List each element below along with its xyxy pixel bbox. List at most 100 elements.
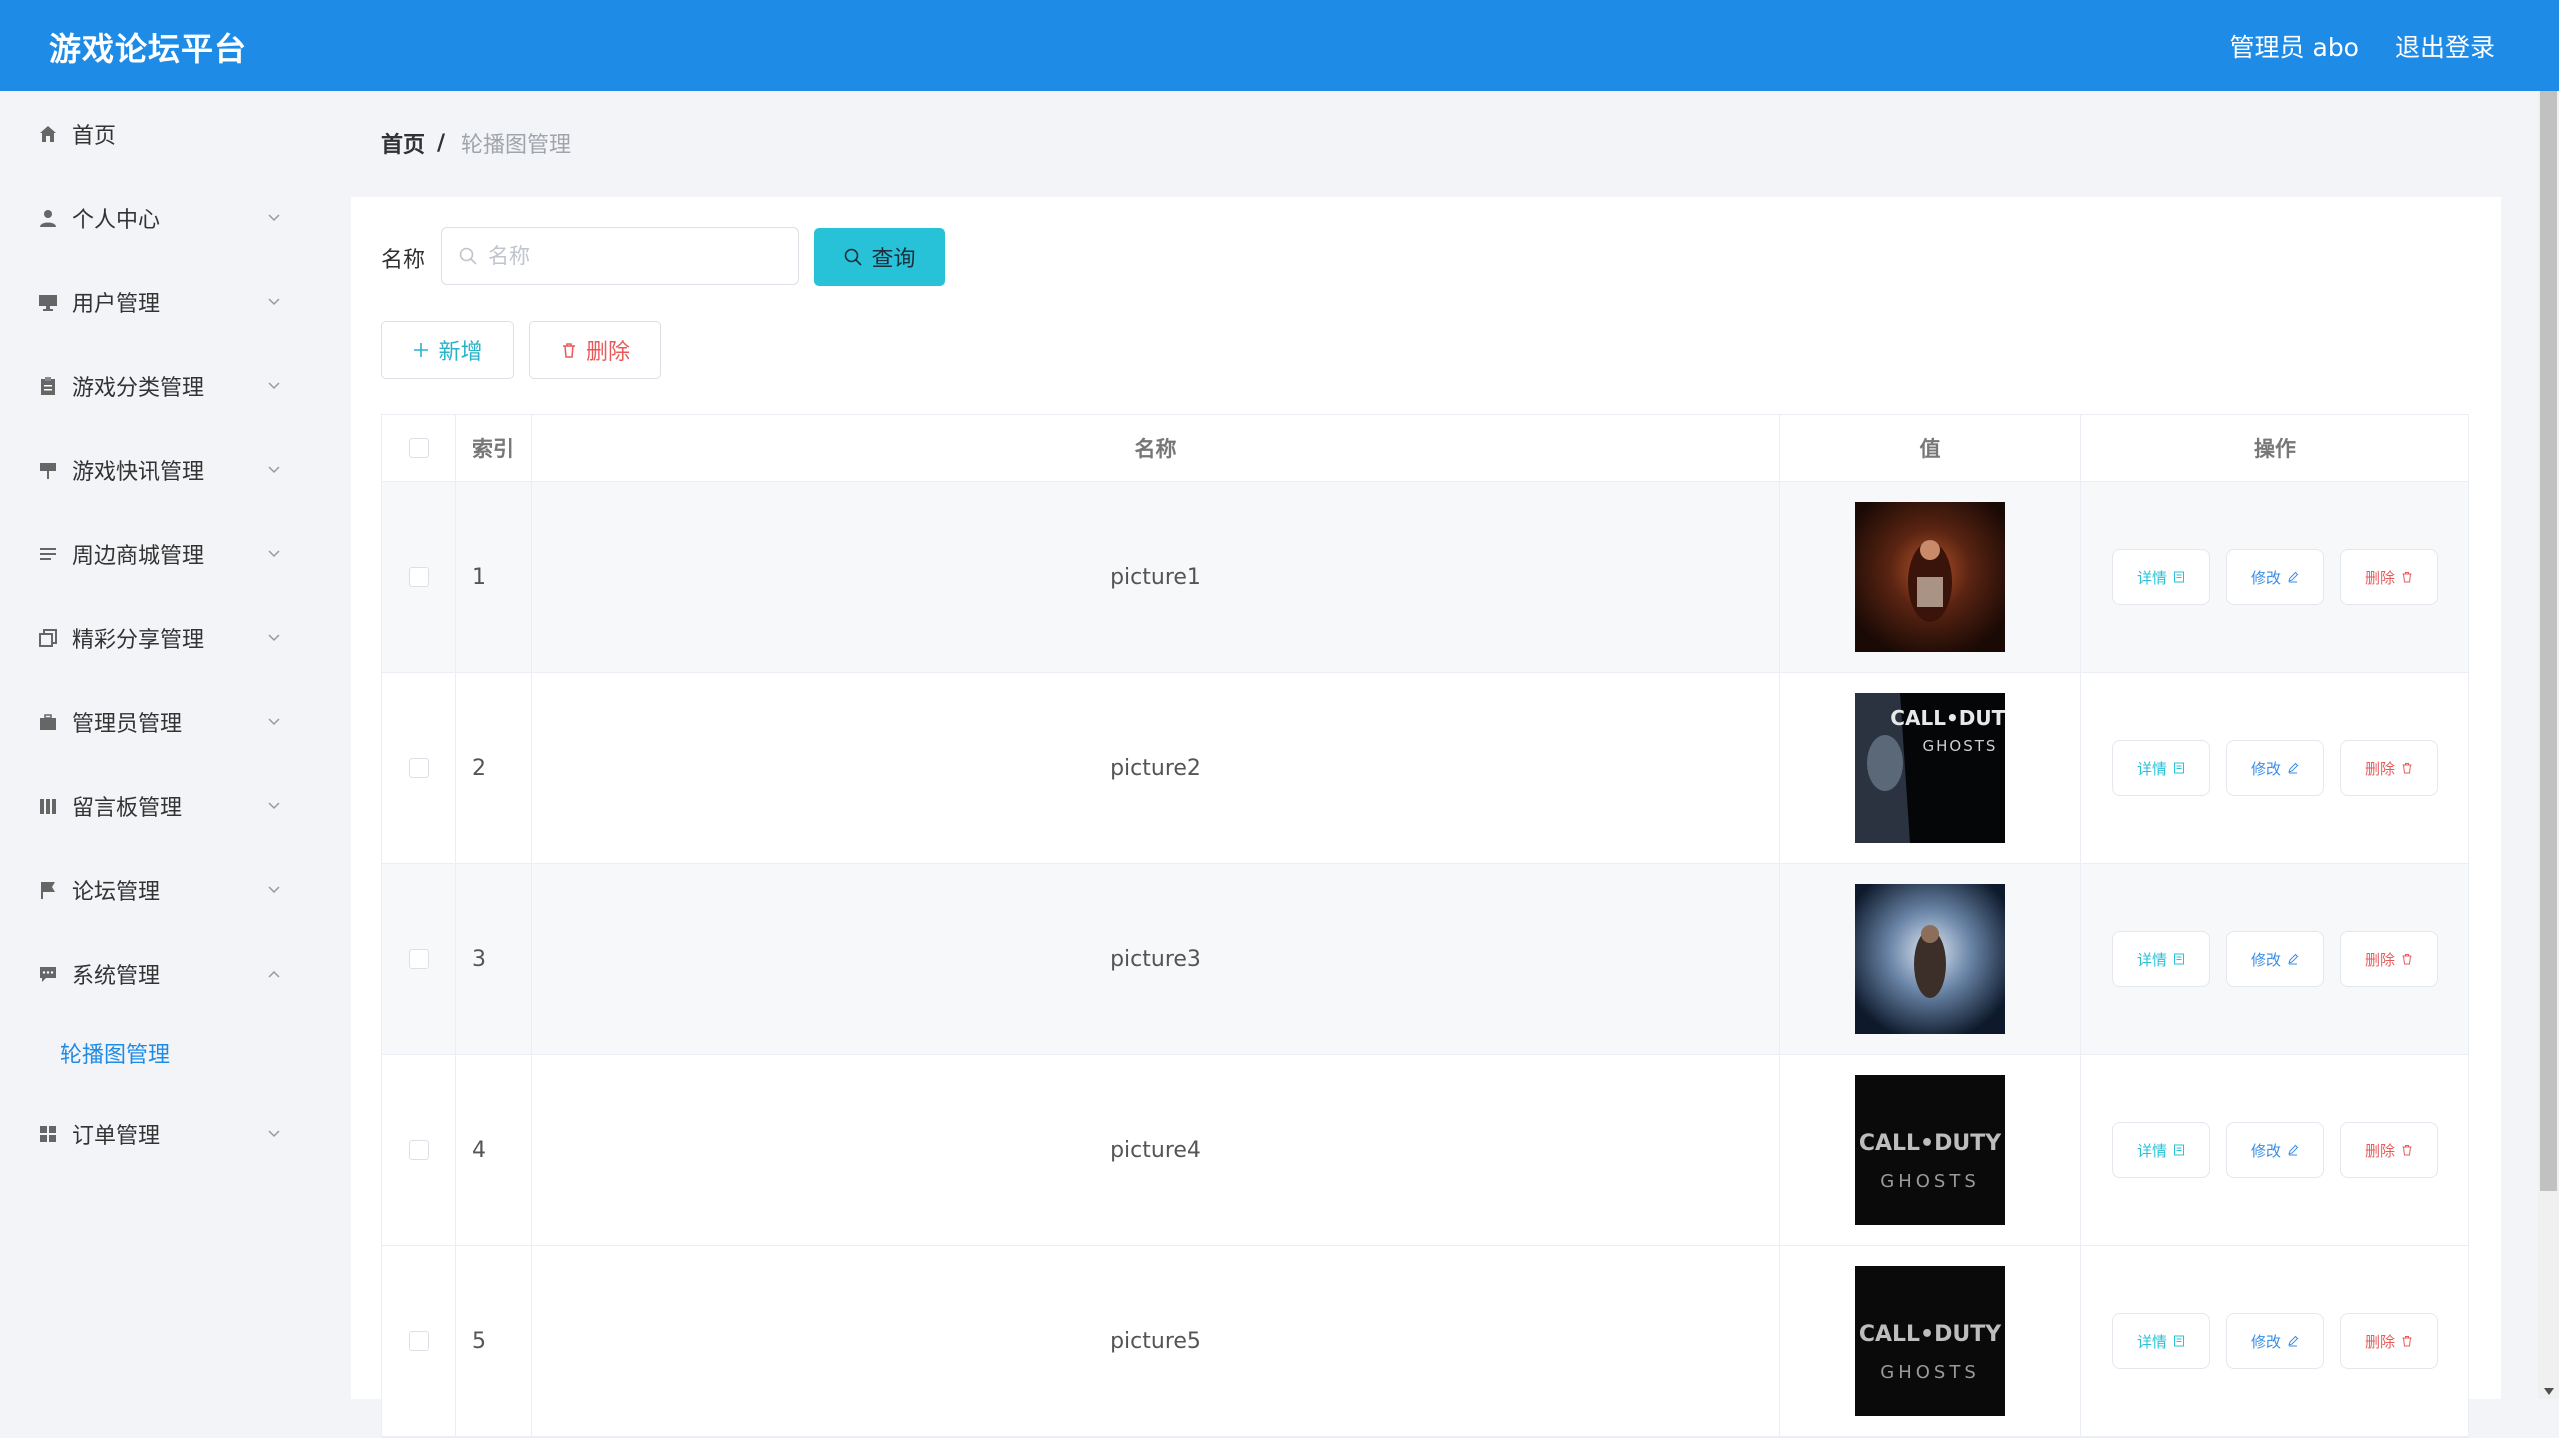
carousel-thumbnail[interactable]: CALL•DUTY GHOSTS [1855, 1266, 2005, 1416]
sidebar-item-label: 留言板管理 [72, 796, 183, 821]
delete-button-label: 删除 [2364, 1332, 2395, 1351]
briefcase-icon [36, 710, 60, 734]
sidebar-item-shop[interactable]: 周边商城管理 [0, 524, 349, 584]
sidebar: 首页 个人中心 用户管理 游戏分类管理 游戏快讯管理 周边商城管理 精彩分享管理… [0, 91, 349, 1399]
detail-button[interactable]: 详情 [2112, 740, 2210, 796]
sidebar-subitem-carousel[interactable]: 轮播图管理 [0, 1023, 349, 1083]
carousel-thumbnail[interactable] [1855, 502, 2005, 652]
delete-button[interactable]: 删除 [2340, 549, 2438, 605]
row-checkbox[interactable] [408, 949, 429, 969]
sidebar-item-orders[interactable]: 订单管理 [0, 1104, 349, 1164]
document-icon [2174, 762, 2184, 774]
select-all-checkbox[interactable] [408, 438, 429, 458]
delete-button[interactable]: 删除 [2340, 1122, 2438, 1178]
detail-button[interactable]: 详情 [2112, 549, 2210, 605]
row-check-cell [382, 1246, 456, 1436]
edit-icon [2288, 953, 2299, 965]
breadcrumb-home[interactable]: 首页 [381, 127, 425, 159]
document-icon [2174, 953, 2184, 965]
edit-button[interactable]: 修改 [2226, 1313, 2324, 1369]
search-icon [845, 248, 863, 266]
edit-button-label: 修改 [2250, 950, 2281, 969]
carousel-thumbnail[interactable]: CALL•DUTY GHOSTS [1855, 693, 2005, 843]
monitor-icon [36, 290, 60, 314]
delete-button[interactable]: 删除 [2340, 1313, 2438, 1369]
app-title: 游戏论坛平台 [49, 30, 248, 68]
sidebar-item-game-category[interactable]: 游戏分类管理 [0, 356, 349, 416]
row-index: 4 [456, 1055, 532, 1245]
page-scrollbar[interactable] [2538, 91, 2559, 1399]
sidebar-item-users[interactable]: 用户管理 [0, 272, 349, 332]
detail-button[interactable]: 详情 [2112, 931, 2210, 987]
query-button[interactable]: 查询 [814, 228, 945, 286]
edit-icon [2288, 571, 2299, 583]
sidebar-item-label: 系统管理 [72, 964, 161, 989]
sidebar-item-label: 精彩分享管理 [72, 628, 205, 653]
edit-button[interactable]: 修改 [2226, 740, 2324, 796]
carousel-thumbnail[interactable] [1855, 884, 2005, 1034]
header-index: 索引 [456, 415, 532, 481]
detail-button[interactable]: 详情 [2112, 1122, 2210, 1178]
sidebar-item-label: 管理员管理 [72, 712, 183, 737]
chat-icon [36, 962, 60, 986]
row-index: 1 [456, 482, 532, 672]
delete-button[interactable]: 删除 [2340, 931, 2438, 987]
sidebar-item-admins[interactable]: 管理员管理 [0, 692, 349, 752]
sidebar-item-label: 游戏分类管理 [72, 376, 205, 401]
thumbnail-text: CALL•DUTY [1890, 706, 2005, 730]
row-check-cell [382, 864, 456, 1054]
add-button[interactable]: 新增 [381, 321, 514, 379]
delete-button-label: 删除 [2364, 759, 2395, 778]
delete-button[interactable]: 删除 [2340, 740, 2438, 796]
row-check-cell [382, 1055, 456, 1245]
scrollbar-thumb[interactable] [2540, 91, 2557, 1191]
breadcrumb-current: 轮播图管理 [461, 133, 572, 158]
sidebar-item-messages[interactable]: 留言板管理 [0, 776, 349, 836]
carousel-thumbnail[interactable]: CALL•DUTY GHOSTS [1855, 1075, 2005, 1225]
scroll-down-arrow-icon[interactable] [2544, 1388, 2554, 1395]
edit-button-label: 修改 [2250, 1141, 2281, 1160]
table-row: 4 picture4 CALL•DUTY GHOSTS 详情 修改 删除 [382, 1055, 2468, 1246]
row-checkbox[interactable] [408, 758, 429, 778]
sidebar-item-share[interactable]: 精彩分享管理 [0, 608, 349, 668]
row-actions: 详情 修改 删除 [2081, 673, 2469, 863]
edit-button[interactable]: 修改 [2226, 1122, 2324, 1178]
sidebar-item-profile[interactable]: 个人中心 [0, 188, 349, 248]
detail-button[interactable]: 详情 [2112, 1313, 2210, 1369]
row-checkbox[interactable] [408, 567, 429, 587]
row-value-cell: CALL•DUTY GHOSTS [1780, 673, 2081, 863]
search-input[interactable] [486, 243, 790, 269]
edit-button[interactable]: 修改 [2226, 549, 2324, 605]
table-header: 索引 名称 值 操作 [382, 415, 2468, 482]
thumbnail-text: CALL•DUTY [1859, 1322, 2002, 1347]
row-name: picture5 [532, 1246, 1780, 1436]
thumbnail-text: GHOSTS [1880, 1362, 1980, 1383]
chevron-down-icon [268, 802, 280, 810]
sidebar-item-game-news[interactable]: 游戏快讯管理 [0, 440, 349, 500]
edit-button-label: 修改 [2250, 759, 2281, 778]
trash-icon [2402, 1145, 2412, 1156]
chevron-down-icon [268, 718, 280, 726]
thumbnail-text: CALL•DUTY [1859, 1131, 2002, 1156]
row-name: picture2 [532, 673, 1780, 863]
row-actions: 详情 修改 删除 [2081, 482, 2469, 672]
sidebar-item-system[interactable]: 系统管理 [0, 944, 349, 1004]
clipboard-icon [36, 374, 60, 398]
row-value-cell: CALL•DUTY GHOSTS [1780, 1246, 2081, 1436]
edit-icon [2288, 1335, 2299, 1347]
sidebar-item-home[interactable]: 首页 [0, 104, 349, 164]
edit-button[interactable]: 修改 [2226, 931, 2324, 987]
chevron-down-icon [268, 550, 280, 558]
chevron-down-icon [268, 886, 280, 894]
edit-icon [2288, 1144, 2299, 1156]
trash-icon [2402, 572, 2412, 583]
bars-icon [36, 794, 60, 818]
sidebar-item-forum[interactable]: 论坛管理 [0, 860, 349, 920]
chevron-down-icon [268, 1130, 280, 1138]
logout-link[interactable]: 退出登录 [2395, 28, 2495, 64]
row-checkbox[interactable] [408, 1331, 429, 1351]
current-user-label[interactable]: 管理员 abo [2230, 28, 2359, 64]
batch-delete-button[interactable]: 删除 [529, 321, 661, 379]
chevron-down-icon [268, 298, 280, 306]
row-checkbox[interactable] [408, 1140, 429, 1160]
